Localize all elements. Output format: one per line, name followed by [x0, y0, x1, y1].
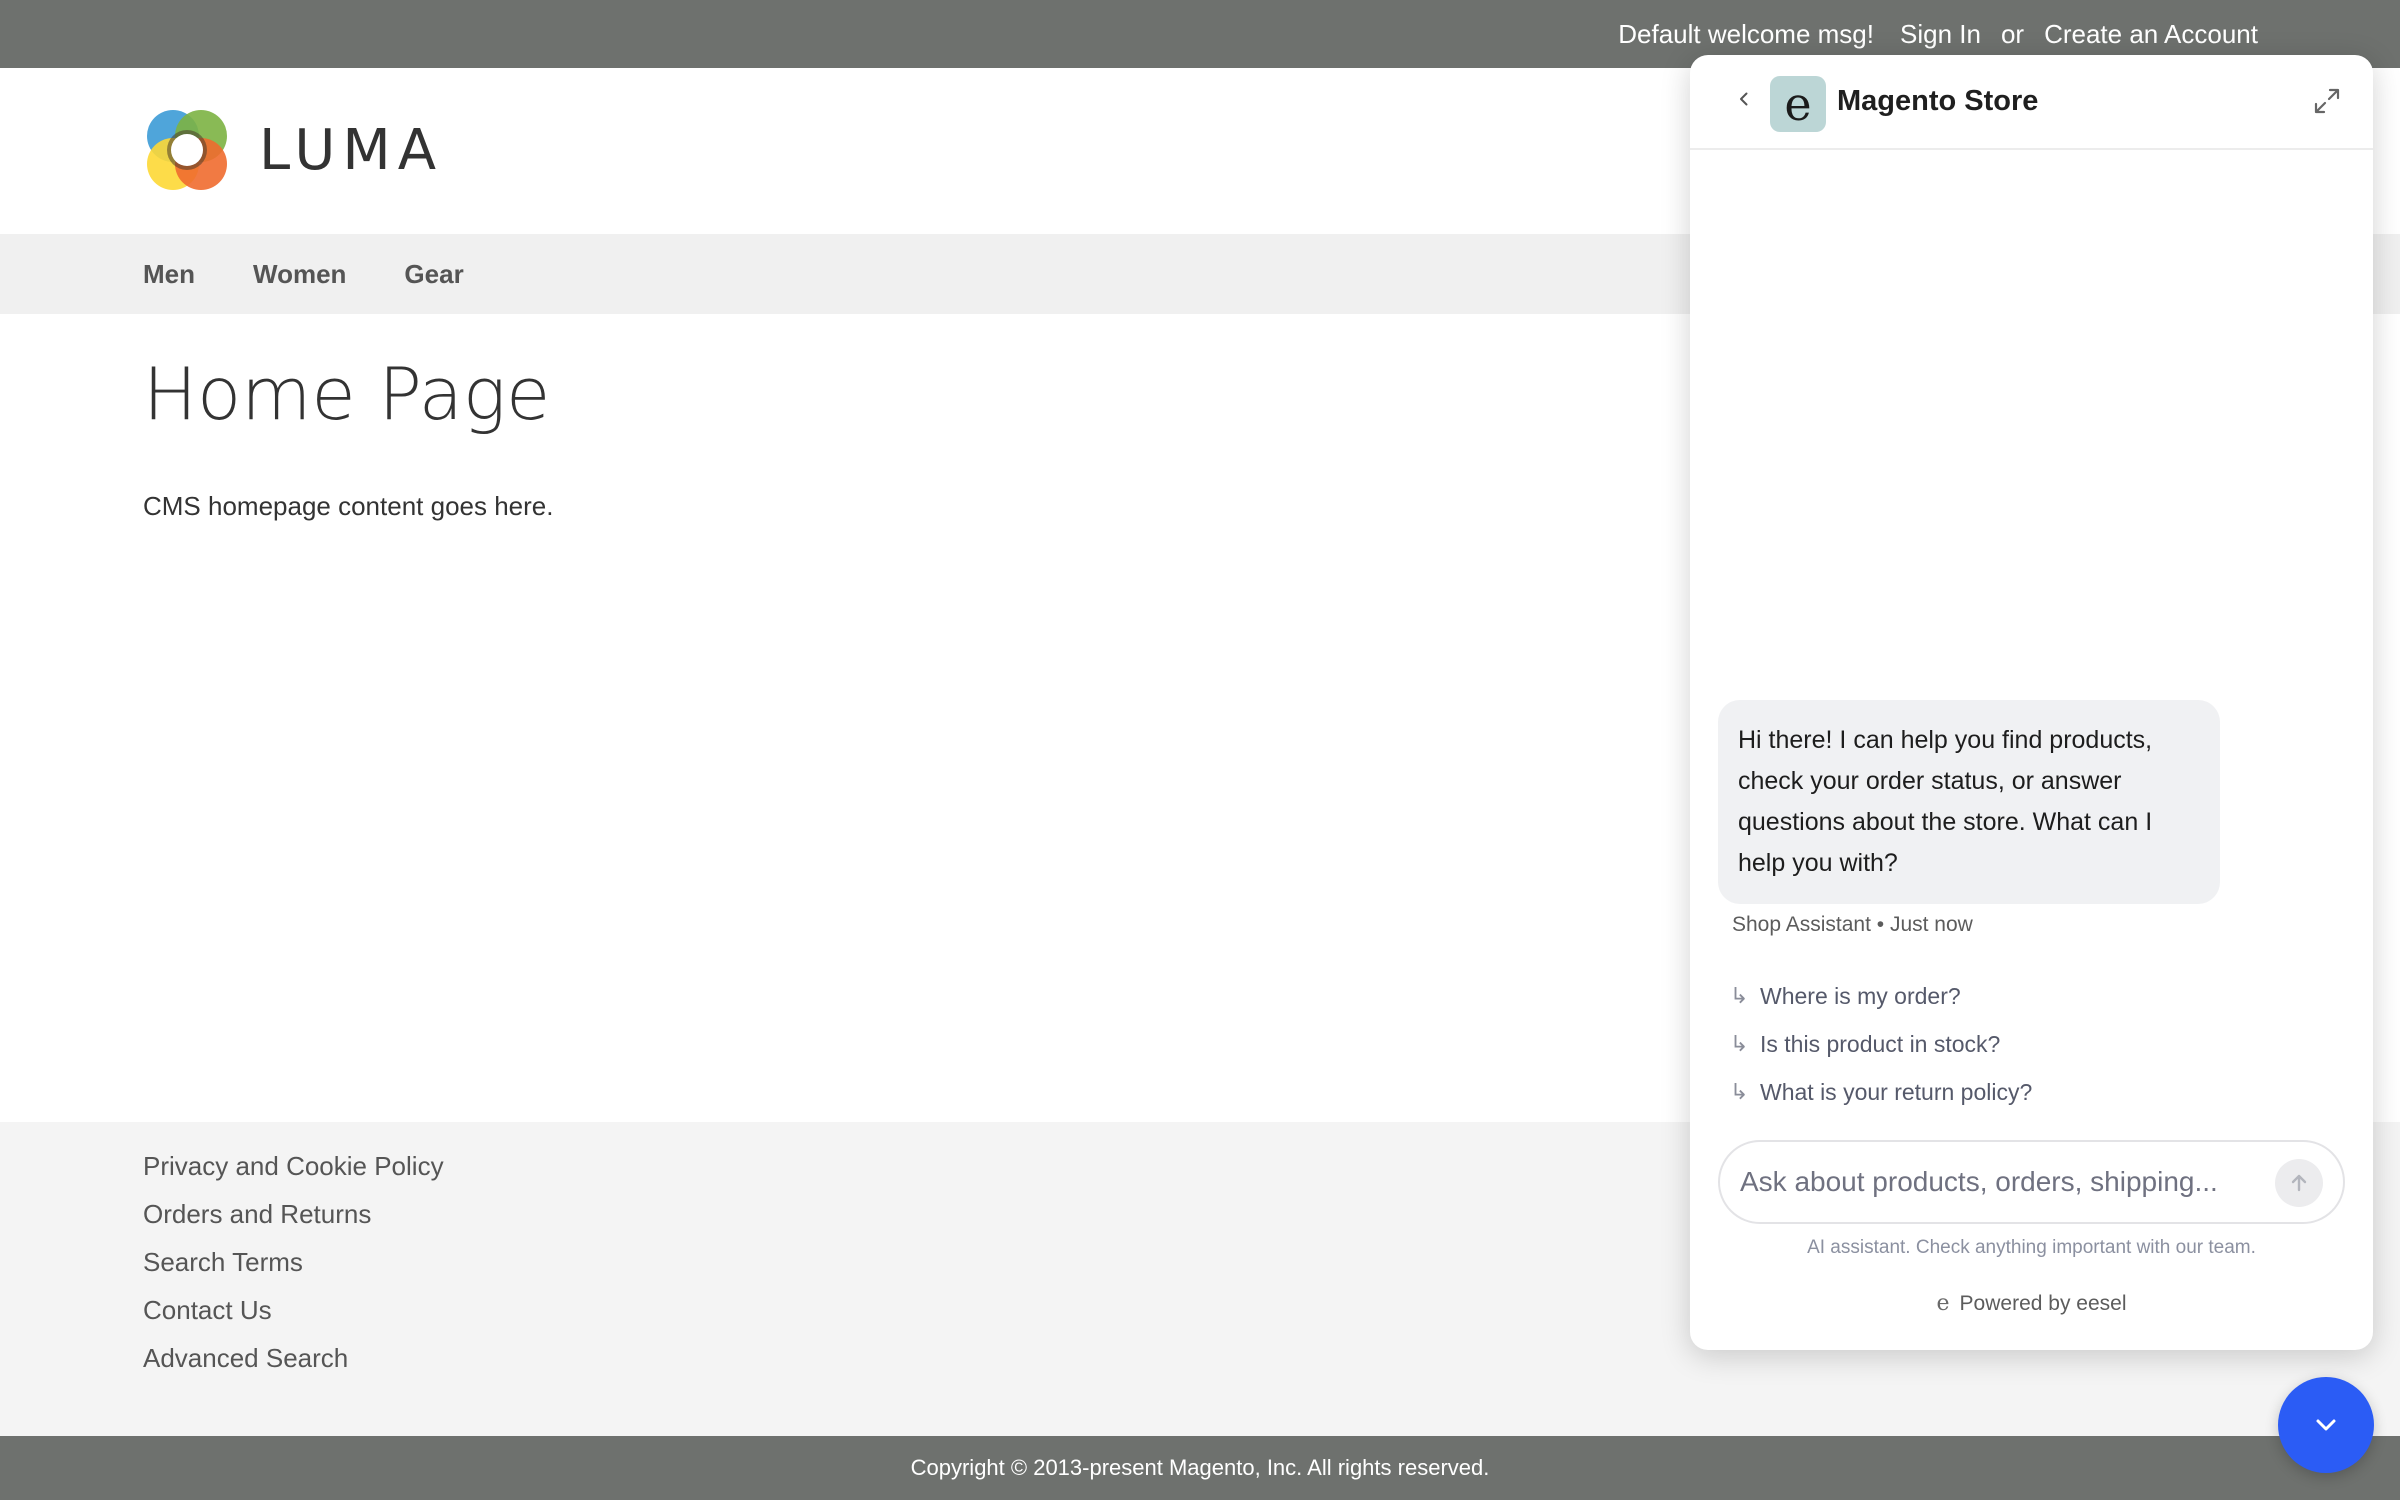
- suggestion-label: What is your return policy?: [1760, 1078, 2033, 1105]
- copyright-text: Copyright © 2013-present Magento, Inc. A…: [910, 1455, 1490, 1480]
- assistant-message-bubble: Hi there! I can help you find products, …: [1718, 700, 2220, 904]
- chat-back-button[interactable]: [1730, 85, 1758, 113]
- arrow-up-icon: [2291, 1174, 2307, 1192]
- footer-link-contact-us[interactable]: Contact Us: [143, 1296, 444, 1324]
- nav-item-men[interactable]: Men: [143, 259, 195, 290]
- powered-by-text: Powered by eesel: [1959, 1291, 2127, 1315]
- chat-widget: e Magento Store Hi there! I can help you…: [1690, 55, 2373, 1350]
- chevron-left-icon: [1740, 92, 1748, 106]
- luma-logo-icon: [147, 110, 227, 190]
- cms-content: CMS homepage content goes here.: [143, 491, 554, 521]
- ai-disclaimer: AI assistant. Check anything important w…: [1807, 1237, 2256, 1258]
- page-title: Home Page: [143, 352, 551, 436]
- chat-message-input[interactable]: [1740, 1142, 2260, 1222]
- suggested-questions: ↳ Where is my order? ↳ Is this product i…: [1730, 972, 2032, 1116]
- chat-launcher-button[interactable]: [2278, 1377, 2374, 1473]
- nav-item-gear[interactable]: Gear: [404, 259, 463, 290]
- chat-input-box: [1718, 1140, 2345, 1224]
- footer-link-privacy[interactable]: Privacy and Cookie Policy: [143, 1152, 444, 1180]
- or-separator: or: [2000, 18, 2025, 49]
- nav-items: Men Women Gear: [143, 234, 464, 314]
- nav-item-women[interactable]: Women: [253, 259, 346, 290]
- reply-arrow-icon: ↳: [1730, 1031, 1749, 1056]
- expand-icon: [2314, 88, 2340, 114]
- chat-title: Magento Store: [1837, 85, 2039, 117]
- suggestion-where-is-my-order[interactable]: ↳ Where is my order?: [1730, 972, 2032, 1020]
- copyright-bar: Copyright © 2013-present Magento, Inc. A…: [0, 1436, 2400, 1500]
- luma-logo-link[interactable]: LUMA: [143, 106, 443, 194]
- suggestion-product-in-stock[interactable]: ↳ Is this product in stock?: [1730, 1020, 2032, 1068]
- welcome-message: Default welcome msg!: [1618, 18, 1874, 49]
- footer-link-orders-returns[interactable]: Orders and Returns: [143, 1200, 444, 1228]
- chat-header: e Magento Store: [1690, 55, 2373, 150]
- reply-arrow-icon: ↳: [1730, 1079, 1749, 1104]
- chat-expand-button[interactable]: [2311, 85, 2343, 117]
- reply-arrow-icon: ↳: [1730, 983, 1749, 1008]
- create-account-link[interactable]: Create an Account: [2044, 19, 2258, 50]
- main-content: Home Page CMS homepage content goes here…: [143, 352, 553, 522]
- sign-in-link[interactable]: Sign In: [1900, 19, 1981, 50]
- powered-by-link[interactable]: e Powered by eesel: [1690, 1291, 2373, 1316]
- footer-link-search-terms[interactable]: Search Terms: [143, 1248, 444, 1276]
- eesel-logo-icon: e: [1936, 1291, 1950, 1316]
- suggestion-return-policy[interactable]: ↳ What is your return policy?: [1730, 1068, 2032, 1116]
- assistant-message-text: Hi there! I can help you find products, …: [1738, 726, 2153, 877]
- suggestion-label: Where is my order?: [1760, 982, 1961, 1009]
- suggestion-label: Is this product in stock?: [1760, 1030, 2001, 1057]
- footer-link-advanced-search[interactable]: Advanced Search: [143, 1344, 444, 1372]
- chat-avatar: e: [1770, 76, 1826, 132]
- message-meta: Shop Assistant • Just now: [1732, 913, 1973, 936]
- footer-links: Privacy and Cookie Policy Orders and Ret…: [143, 1152, 444, 1372]
- chevron-down-icon: [2316, 1419, 2336, 1431]
- send-button[interactable]: [2275, 1159, 2323, 1207]
- logo-wordmark: LUMA: [259, 117, 444, 183]
